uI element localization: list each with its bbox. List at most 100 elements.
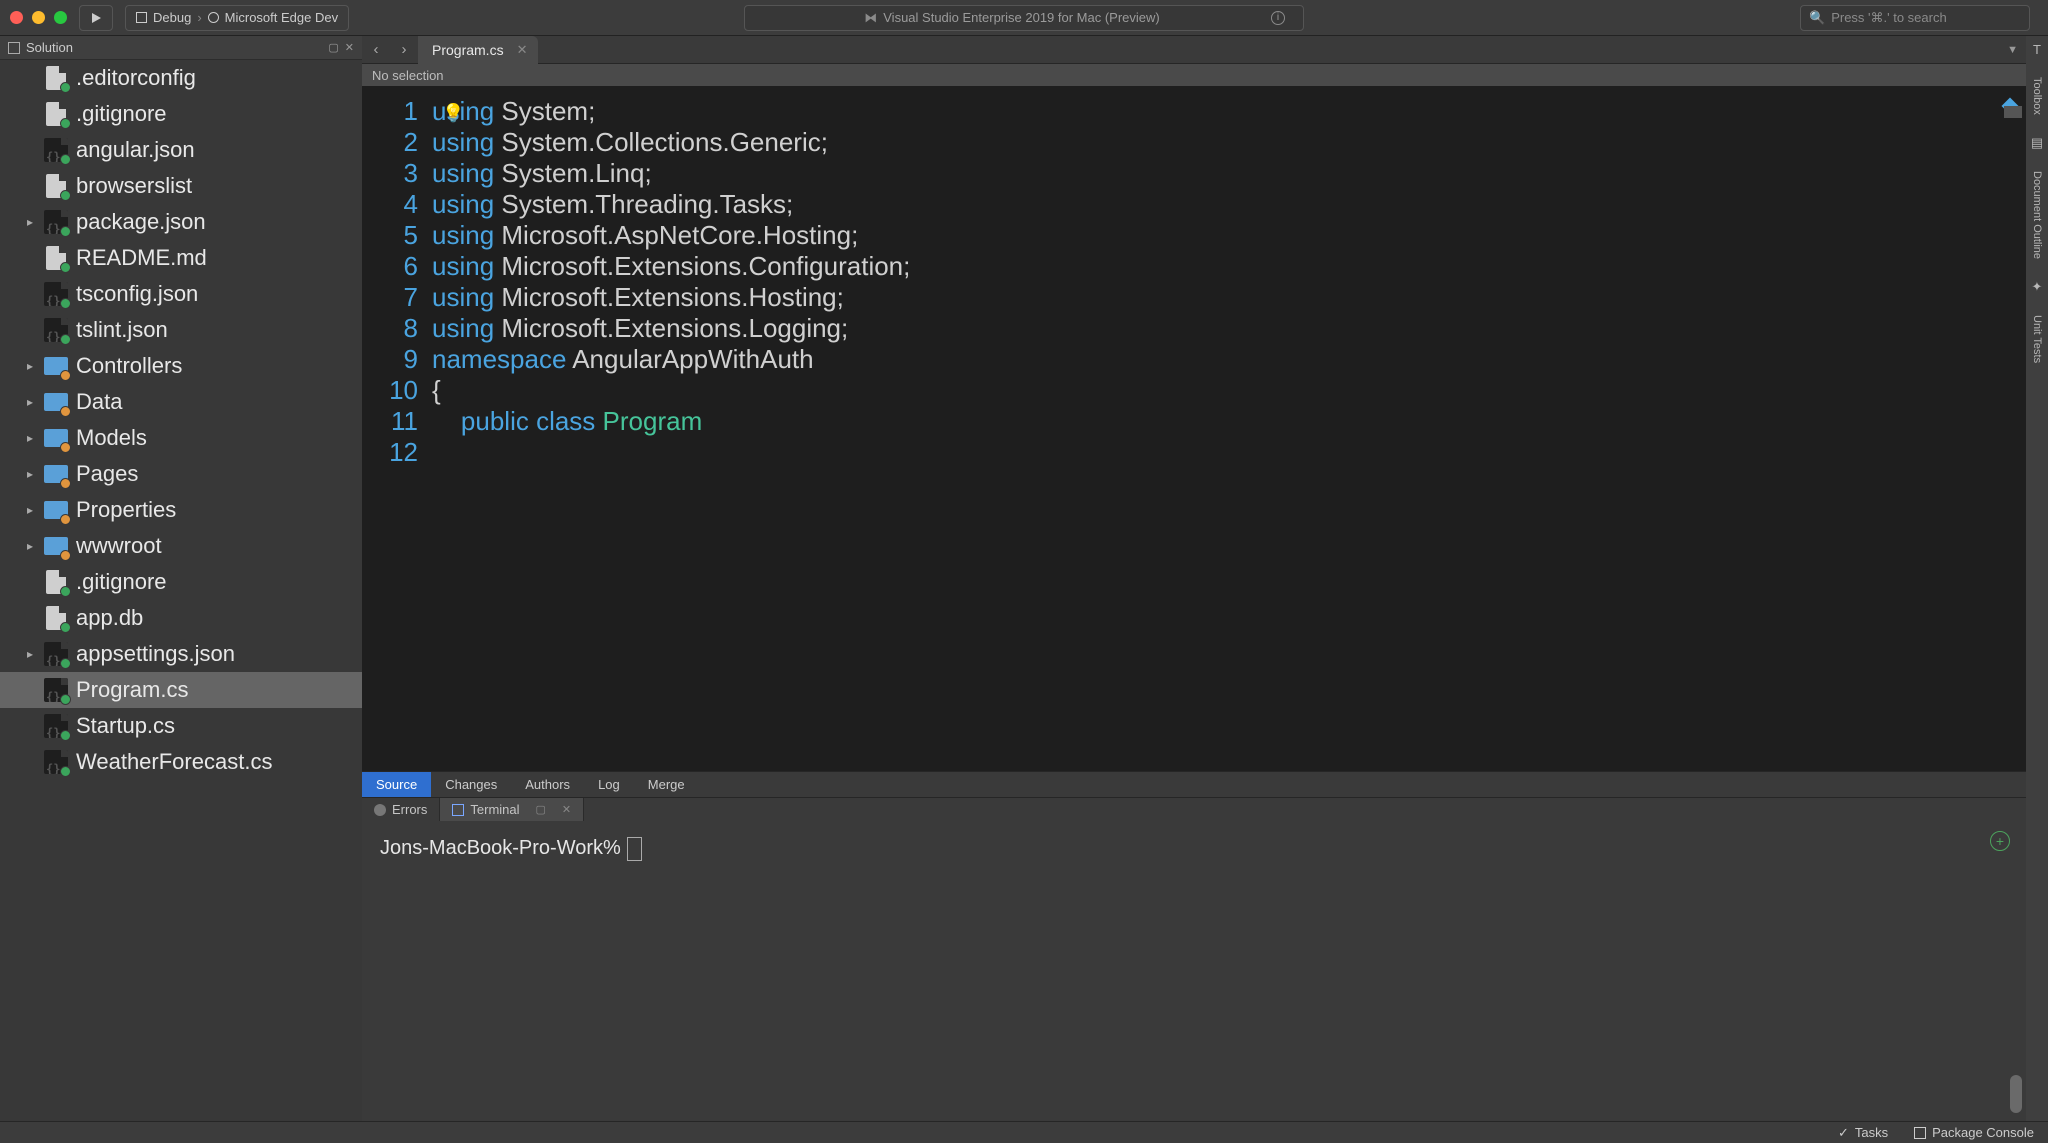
stop-icon <box>136 12 147 23</box>
tree-item-controllers[interactable]: ▸ Controllers <box>0 348 362 384</box>
tree-item-tsconfig-json[interactable]: tsconfig.json <box>0 276 362 312</box>
minimap[interactable] <box>2004 106 2022 118</box>
vcs-tab-authors[interactable]: Authors <box>511 772 584 798</box>
toolbox-tab[interactable]: Toolbox <box>2031 75 2043 117</box>
tree-item--editorconfig[interactable]: .editorconfig <box>0 60 362 96</box>
terminal-scrollbar[interactable] <box>2010 825 2022 1117</box>
zoom-window-button[interactable] <box>54 11 67 24</box>
tree-item-angular-json[interactable]: angular.json <box>0 132 362 168</box>
folder-icon <box>44 390 68 414</box>
code-file-icon <box>44 750 68 774</box>
titlebar: Debug › Microsoft Edge Dev ⧓ Visual Stud… <box>0 0 2048 36</box>
solution-icon <box>8 42 20 54</box>
expand-arrow-icon[interactable]: ▸ <box>24 359 36 373</box>
tree-item-package-json[interactable]: ▸package.json <box>0 204 362 240</box>
tree-item-properties[interactable]: ▸Properties <box>0 492 362 528</box>
tasks-label: Tasks <box>1855 1125 1888 1140</box>
document-outline-tab[interactable]: Document Outline <box>2031 169 2043 261</box>
new-terminal-button[interactable]: + <box>1990 831 2010 851</box>
info-icon[interactable]: i <box>1271 11 1285 25</box>
expand-arrow-icon[interactable]: ▸ <box>24 467 36 481</box>
expand-arrow-icon[interactable]: ▸ <box>24 215 36 229</box>
unit-tests-tab[interactable]: Unit Tests <box>2031 313 2043 365</box>
lightbulb-icon[interactable]: 💡 <box>442 98 464 129</box>
close-tab-icon[interactable]: ✕ <box>517 42 528 58</box>
vcs-tab-log[interactable]: Log <box>584 772 634 798</box>
tree-item-wwwroot[interactable]: ▸wwwroot <box>0 528 362 564</box>
editor-breadcrumb[interactable]: No selection <box>362 64 2026 86</box>
workbench: Solution ▢ ✕ .editorconfig.gitignoreangu… <box>0 36 2048 1121</box>
vcs-added-badge-icon <box>60 730 71 741</box>
vcs-added-badge-icon <box>60 298 71 309</box>
panel-undock-icon[interactable]: ▢ <box>536 803 546 816</box>
tree-item-weatherforecast-cs[interactable]: WeatherForecast.cs <box>0 744 362 780</box>
global-search[interactable]: 🔍 Press '⌘.' to search <box>1800 5 2030 31</box>
separator: › <box>197 10 201 25</box>
tree-item-readme-md[interactable]: README.md <box>0 240 362 276</box>
tree-item-label: browserslist <box>76 173 192 199</box>
tree-item--gitignore[interactable]: .gitignore <box>0 96 362 132</box>
solution-title: Solution <box>26 40 73 55</box>
code-file-icon <box>44 282 68 306</box>
tree-item--gitignore[interactable]: .gitignore <box>0 564 362 600</box>
vcs-added-badge-icon <box>60 118 71 129</box>
tree-item-browserslist[interactable]: browserslist <box>0 168 362 204</box>
package-icon <box>1914 1127 1926 1139</box>
solution-tree[interactable]: .editorconfig.gitignoreangular.jsonbrows… <box>0 60 362 1121</box>
breadcrumb-text: No selection <box>372 68 444 83</box>
app-title: Visual Studio Enterprise 2019 for Mac (P… <box>883 10 1160 25</box>
tree-item-label: Controllers <box>76 353 182 379</box>
panel-undock-icon[interactable]: ▢ <box>328 41 338 54</box>
vcs-tab-merge[interactable]: Merge <box>634 772 699 798</box>
run-button[interactable] <box>79 5 113 31</box>
editor-tab-overflow-icon[interactable]: ▼ <box>2007 44 2018 56</box>
tasks-status[interactable]: ✓ Tasks <box>1838 1125 1888 1141</box>
tree-item-label: Models <box>76 425 147 451</box>
tree-item-app-db[interactable]: app.db <box>0 600 362 636</box>
expand-arrow-icon[interactable]: ▸ <box>24 647 36 661</box>
search-placeholder: Press '⌘.' to search <box>1831 10 1947 26</box>
statusbar: ✓ Tasks Package Console <box>0 1121 2048 1143</box>
tree-item-models[interactable]: ▸ Models <box>0 420 362 456</box>
errors-icon <box>374 804 386 816</box>
folder-icon <box>44 534 68 558</box>
terminal-panel[interactable]: Jons-MacBook-Pro-Work% + <box>362 821 2026 1121</box>
package-console-status[interactable]: Package Console <box>1914 1125 2034 1140</box>
expand-arrow-icon[interactable]: ▸ <box>24 395 36 409</box>
run-configuration-selector[interactable]: Debug › Microsoft Edge Dev <box>125 5 349 31</box>
code-body[interactable]: using System;using System.Collections.Ge… <box>432 86 910 771</box>
editor-tab-program[interactable]: Program.cs ✕ <box>418 36 538 64</box>
tree-item-tslint-json[interactable]: tslint.json <box>0 312 362 348</box>
expand-arrow-icon[interactable]: ▸ <box>24 539 36 553</box>
scrollbar-thumb[interactable] <box>2010 1075 2022 1113</box>
vcs-modified-badge-icon <box>60 442 71 453</box>
close-window-button[interactable] <box>10 11 23 24</box>
panel-tab-terminal[interactable]: Terminal ▢ ✕ <box>440 798 584 822</box>
vcs-tab-source[interactable]: Source <box>362 772 431 798</box>
tree-item-startup-cs[interactable]: Startup.cs <box>0 708 362 744</box>
folder-icon <box>44 426 68 450</box>
target-icon <box>208 12 219 23</box>
panel-close-icon[interactable]: ✕ <box>562 803 571 816</box>
vcs-tab-changes[interactable]: Changes <box>431 772 511 798</box>
check-icon: ✓ <box>1838 1125 1849 1141</box>
panel-tab-errors[interactable]: Errors <box>362 798 440 822</box>
tree-item-pages[interactable]: ▸Pages <box>0 456 362 492</box>
tree-item-program-cs[interactable]: Program.cs <box>0 672 362 708</box>
version-control-tabs: SourceChangesAuthorsLogMerge <box>362 771 2026 797</box>
nav-back-button[interactable]: ‹ <box>362 36 390 64</box>
tree-item-data[interactable]: ▸Data <box>0 384 362 420</box>
line-number-gutter: 123456789101112 <box>362 86 432 771</box>
expand-arrow-icon[interactable]: ▸ <box>24 503 36 517</box>
code-editor[interactable]: 💡 123456789101112 using System;using Sys… <box>362 86 2026 771</box>
panel-close-icon[interactable]: ✕ <box>345 41 354 54</box>
toolbox-icon: T <box>2033 42 2041 57</box>
tree-item-label: Startup.cs <box>76 713 175 739</box>
unit-tests-icon: ✦ <box>2032 279 2043 295</box>
nav-forward-button[interactable]: › <box>390 36 418 64</box>
expand-arrow-icon[interactable]: ▸ <box>24 431 36 445</box>
minimize-window-button[interactable] <box>32 11 45 24</box>
tree-item-appsettings-json[interactable]: ▸appsettings.json <box>0 636 362 672</box>
file-icon <box>44 102 68 126</box>
vcs-added-badge-icon <box>60 334 71 345</box>
